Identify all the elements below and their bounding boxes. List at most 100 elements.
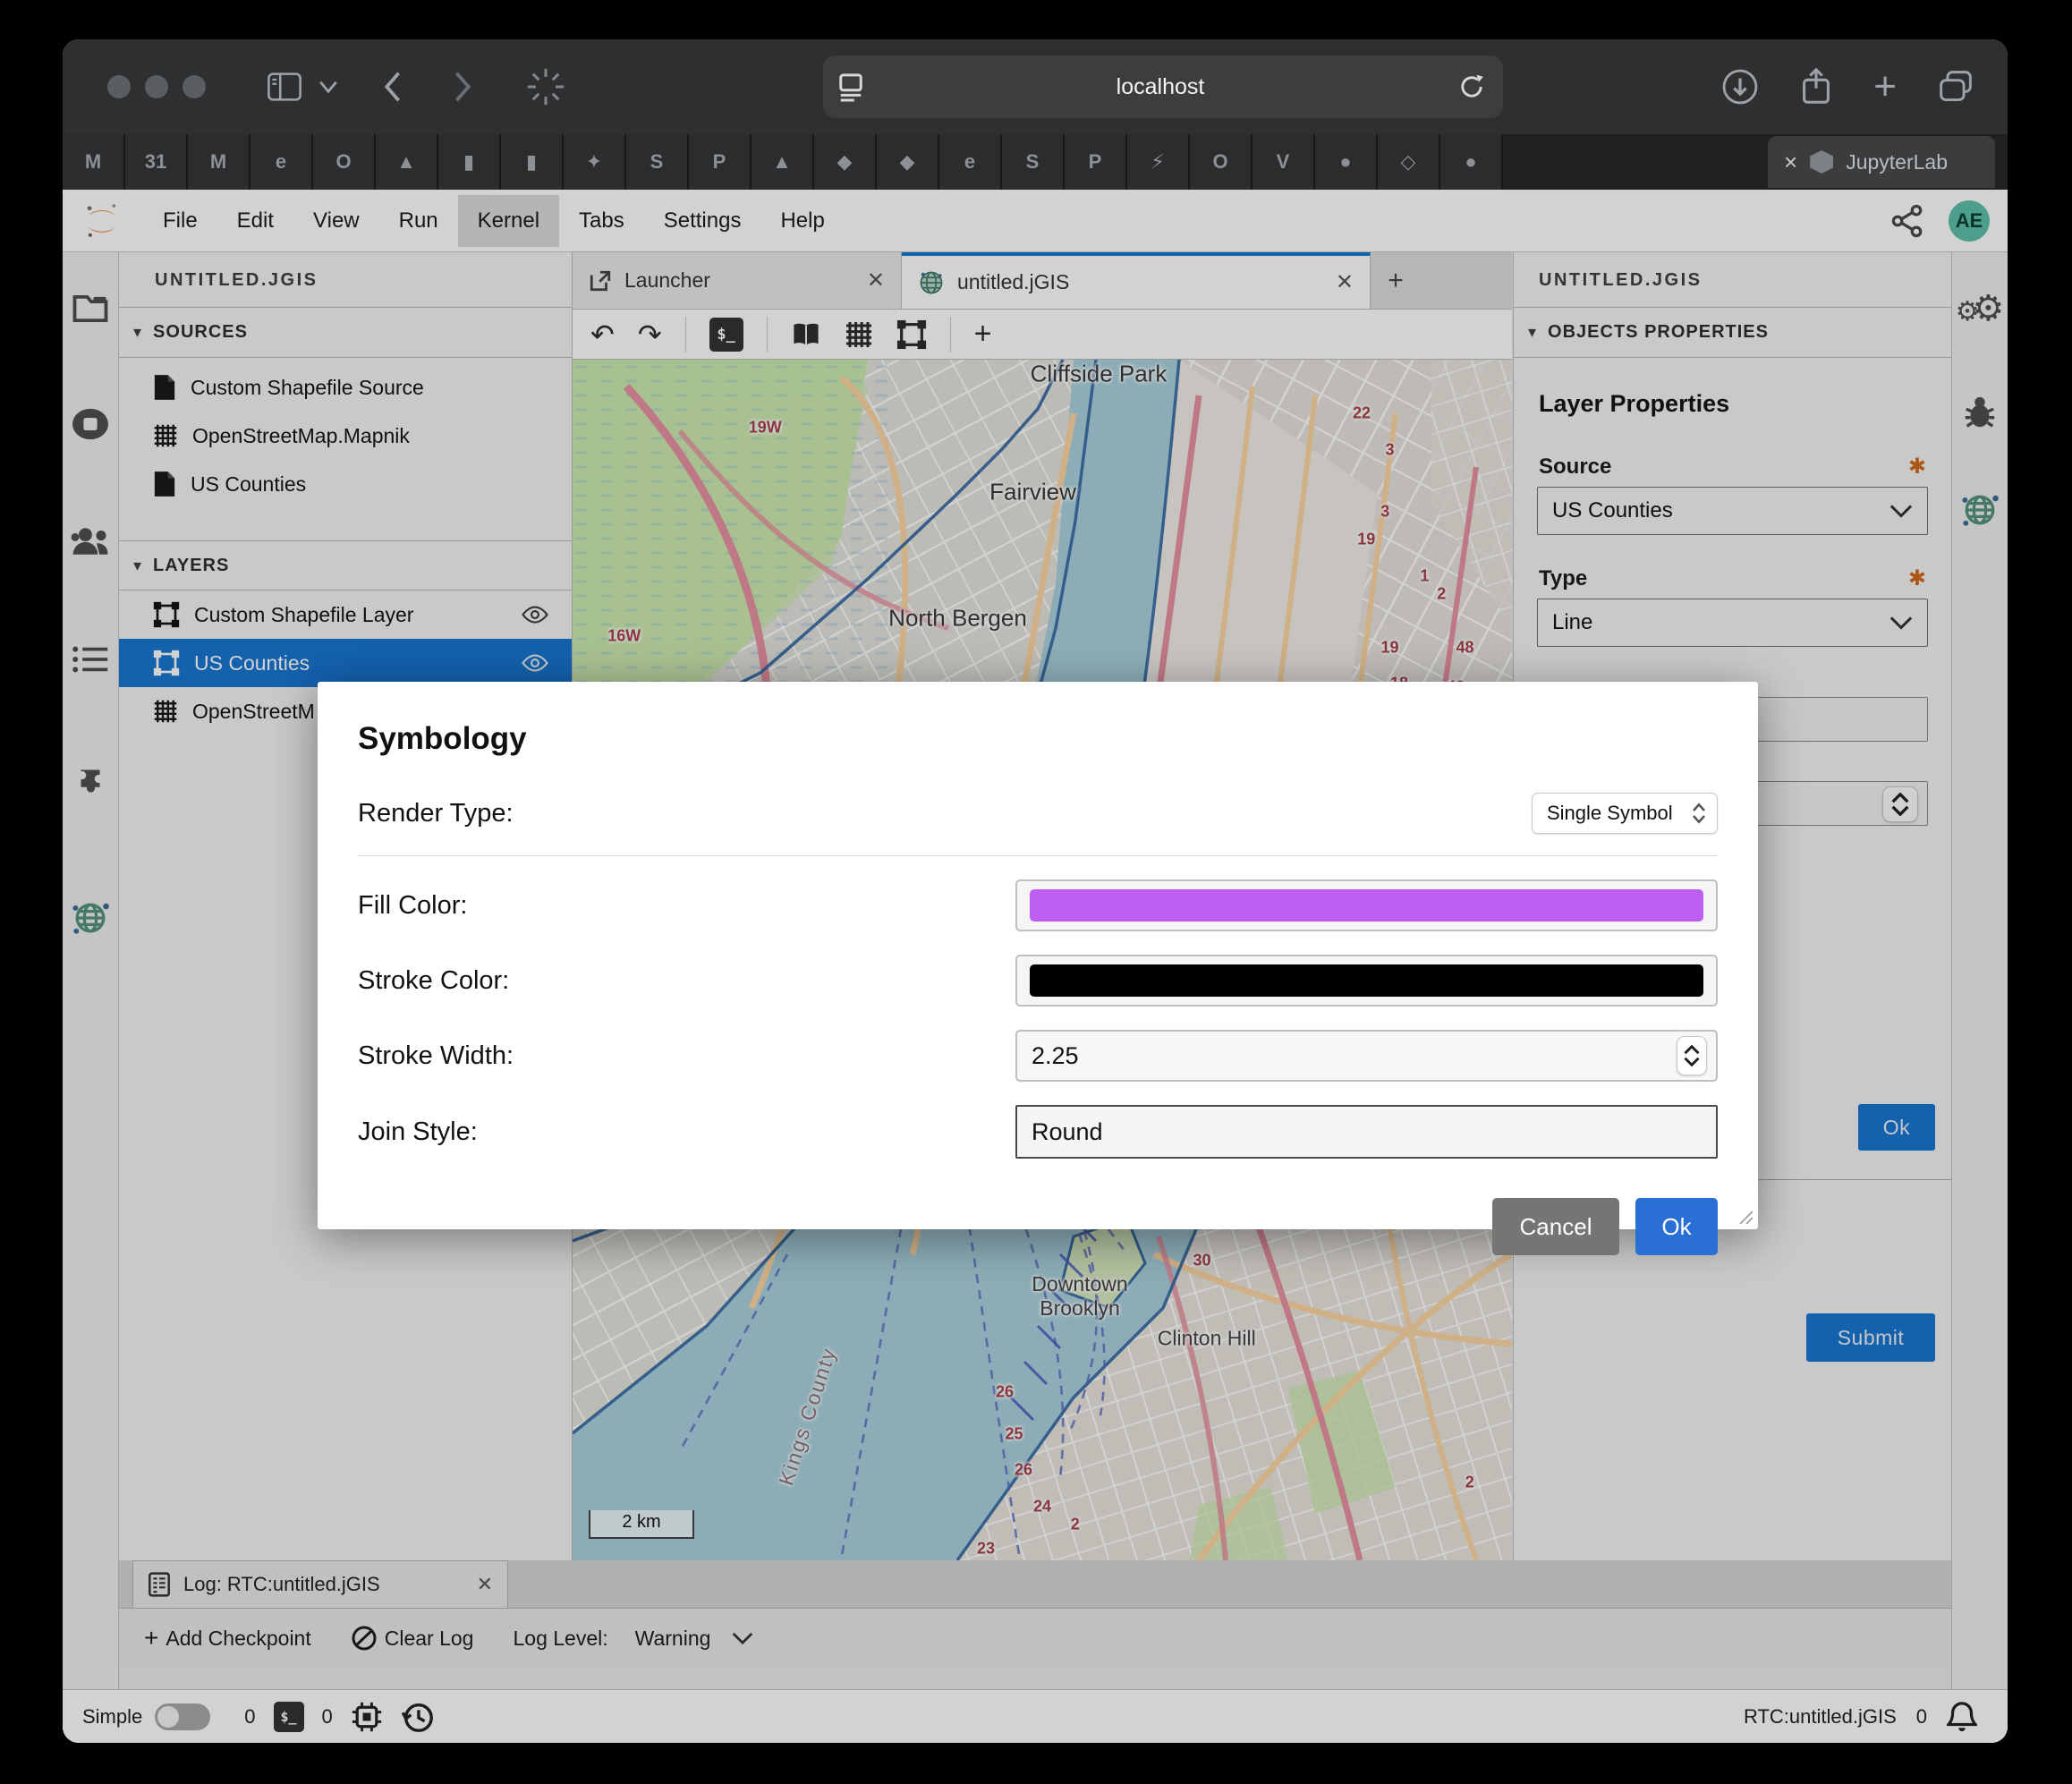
bookmark-icon[interactable]: ◇ — [1378, 134, 1440, 190]
bookmark-icon[interactable]: M — [63, 134, 125, 190]
simple-mode-toggle[interactable] — [155, 1703, 210, 1730]
bookmark-icon[interactable]: e — [939, 134, 1002, 190]
minimize-window-button[interactable] — [145, 75, 168, 98]
chevron-down-icon[interactable] — [318, 81, 338, 93]
source-select[interactable]: US Counties — [1537, 487, 1928, 535]
share-nodes-icon[interactable] — [1889, 203, 1925, 239]
bookmark-icon[interactable]: 31 — [125, 134, 188, 190]
rtc-session-label[interactable]: RTC:untitled.jGIS — [1744, 1705, 1897, 1729]
back-button[interactable] — [381, 70, 403, 104]
render-type-select[interactable]: Single Symbol — [1532, 793, 1718, 834]
bookmark-icon[interactable]: S — [1002, 134, 1065, 190]
file-browser-icon[interactable] — [72, 293, 109, 324]
objects-properties-header[interactable]: ▾ OBJECTS PROPERTIES — [1514, 308, 1951, 358]
bookmark-icon[interactable]: V — [1253, 134, 1315, 190]
type-select[interactable]: Line — [1537, 599, 1928, 647]
history-icon[interactable] — [401, 1700, 435, 1734]
undo-button[interactable]: ↶ — [590, 318, 615, 352]
jupytergis-right-panel-icon[interactable] — [1958, 488, 2001, 531]
reader-view-icon[interactable] — [837, 72, 864, 102]
browser-tab-jupyterlab[interactable]: × JupyterLab — [1768, 136, 1995, 188]
fill-color-picker[interactable] — [1015, 879, 1718, 931]
bookmark-icon[interactable]: ▲ — [376, 134, 438, 190]
new-raster-layer-button[interactable] — [845, 320, 873, 349]
tab-launcher[interactable]: Launcher ✕ — [573, 252, 902, 309]
layer-row-custom-shapefile[interactable]: Custom Shapefile Layer — [119, 590, 572, 639]
menubar-item[interactable]: Tabs — [559, 195, 644, 247]
stepper-control[interactable] — [1677, 1036, 1707, 1075]
collaborators-icon[interactable] — [69, 524, 112, 558]
menubar-item[interactable]: View — [293, 195, 379, 247]
menubar-item[interactable]: Run — [379, 195, 458, 247]
new-launcher-button[interactable]: + — [1371, 252, 1421, 309]
table-of-contents-icon[interactable] — [72, 644, 109, 675]
basemap-gallery-button[interactable] — [791, 321, 821, 348]
bookmark-icon[interactable]: e — [251, 134, 313, 190]
kernel-chip-icon[interactable] — [351, 1701, 383, 1733]
menubar-item[interactable]: Settings — [644, 195, 761, 247]
bookmark-icon[interactable]: M — [188, 134, 251, 190]
redo-button[interactable]: ↷ — [638, 318, 662, 352]
bookmark-icon[interactable]: ▲ — [752, 134, 814, 190]
panel-ok-button[interactable]: Ok — [1858, 1104, 1935, 1151]
stroke-width-input[interactable]: 2.25 — [1015, 1030, 1718, 1082]
sources-section-header[interactable]: ▾ SOURCES — [119, 308, 572, 358]
new-tab-icon[interactable]: + — [1873, 67, 1897, 106]
address-bar[interactable]: localhost — [823, 55, 1503, 118]
stepper-control[interactable] — [1882, 786, 1918, 822]
add-checkpoint-button[interactable]: + Add Checkpoint — [144, 1624, 311, 1652]
close-tab-icon[interactable]: × — [1784, 149, 1797, 176]
menubar-item[interactable]: Help — [760, 195, 844, 247]
bookmark-icon[interactable]: ◆ — [814, 134, 877, 190]
source-item-openstreetmap[interactable]: OpenStreetMap.Mapnik — [119, 412, 572, 460]
reload-icon[interactable] — [1456, 72, 1487, 102]
forward-button[interactable] — [453, 70, 474, 104]
visibility-eye-icon[interactable] — [520, 653, 550, 673]
bookmark-icon[interactable]: P — [689, 134, 752, 190]
close-tab-icon[interactable]: ✕ — [867, 268, 885, 293]
bookmark-icon[interactable]: ✦ — [564, 134, 626, 190]
layers-section-header[interactable]: ▾ LAYERS — [119, 540, 572, 590]
traffic-lights[interactable] — [107, 75, 220, 98]
property-inspector-icon[interactable]: ⚙⚙ — [1956, 288, 2005, 329]
running-kernels-icon[interactable] — [70, 406, 111, 442]
tab-untitled-jgis[interactable]: untitled.jGIS ✕ — [902, 252, 1371, 309]
stroke-color-picker[interactable] — [1015, 955, 1718, 1007]
cancel-button[interactable]: Cancel — [1492, 1198, 1619, 1255]
bookmark-icon[interactable]: S — [626, 134, 689, 190]
log-console-tab[interactable]: Log: RTC:untitled.jGIS ✕ — [132, 1560, 508, 1608]
new-vector-layer-button[interactable] — [896, 319, 927, 350]
layer-row-us-counties[interactable]: US Counties — [119, 639, 572, 687]
console-button[interactable]: $_ — [709, 318, 743, 352]
join-style-input[interactable]: Round — [1015, 1105, 1718, 1159]
resize-handle[interactable] — [1737, 1208, 1753, 1224]
tab-overview-icon[interactable] — [1936, 69, 1975, 105]
terminals-icon[interactable]: $_ — [274, 1702, 304, 1732]
visibility-eye-icon[interactable] — [520, 605, 550, 624]
downloads-icon[interactable] — [1721, 68, 1759, 106]
bookmark-icon[interactable]: ⚡ — [1127, 134, 1190, 190]
bookmark-icon[interactable]: ◆ — [877, 134, 939, 190]
bookmark-icon[interactable]: ▮ — [438, 134, 501, 190]
ok-button[interactable]: Ok — [1635, 1198, 1718, 1255]
jupytergis-panel-icon[interactable] — [69, 896, 112, 939]
source-item-custom-shapefile[interactable]: Custom Shapefile Source — [119, 363, 572, 412]
source-item-us-counties[interactable]: US Counties — [119, 460, 572, 508]
bookmark-icon[interactable]: ▮ — [501, 134, 564, 190]
bookmark-icon[interactable]: P — [1065, 134, 1127, 190]
share-icon[interactable] — [1798, 66, 1834, 107]
bookmark-icon[interactable]: ● — [1315, 134, 1378, 190]
log-level-select[interactable]: Warning — [635, 1627, 754, 1651]
clear-log-button[interactable]: Clear Log — [351, 1625, 474, 1652]
user-avatar[interactable]: AE — [1949, 200, 1990, 242]
close-window-button[interactable] — [107, 75, 131, 98]
add-layer-button[interactable]: + — [974, 317, 992, 352]
bell-icon[interactable] — [1947, 1700, 1977, 1734]
sidebar-toggle-icon[interactable] — [267, 72, 302, 101]
bookmark-icon[interactable]: ● — [1440, 134, 1503, 190]
close-tab-icon[interactable]: ✕ — [1336, 269, 1354, 295]
zoom-window-button[interactable] — [183, 75, 206, 98]
extension-spinner-icon[interactable] — [526, 67, 565, 106]
debugger-icon[interactable] — [1961, 394, 1999, 431]
menubar-item[interactable]: Kernel — [458, 195, 559, 247]
